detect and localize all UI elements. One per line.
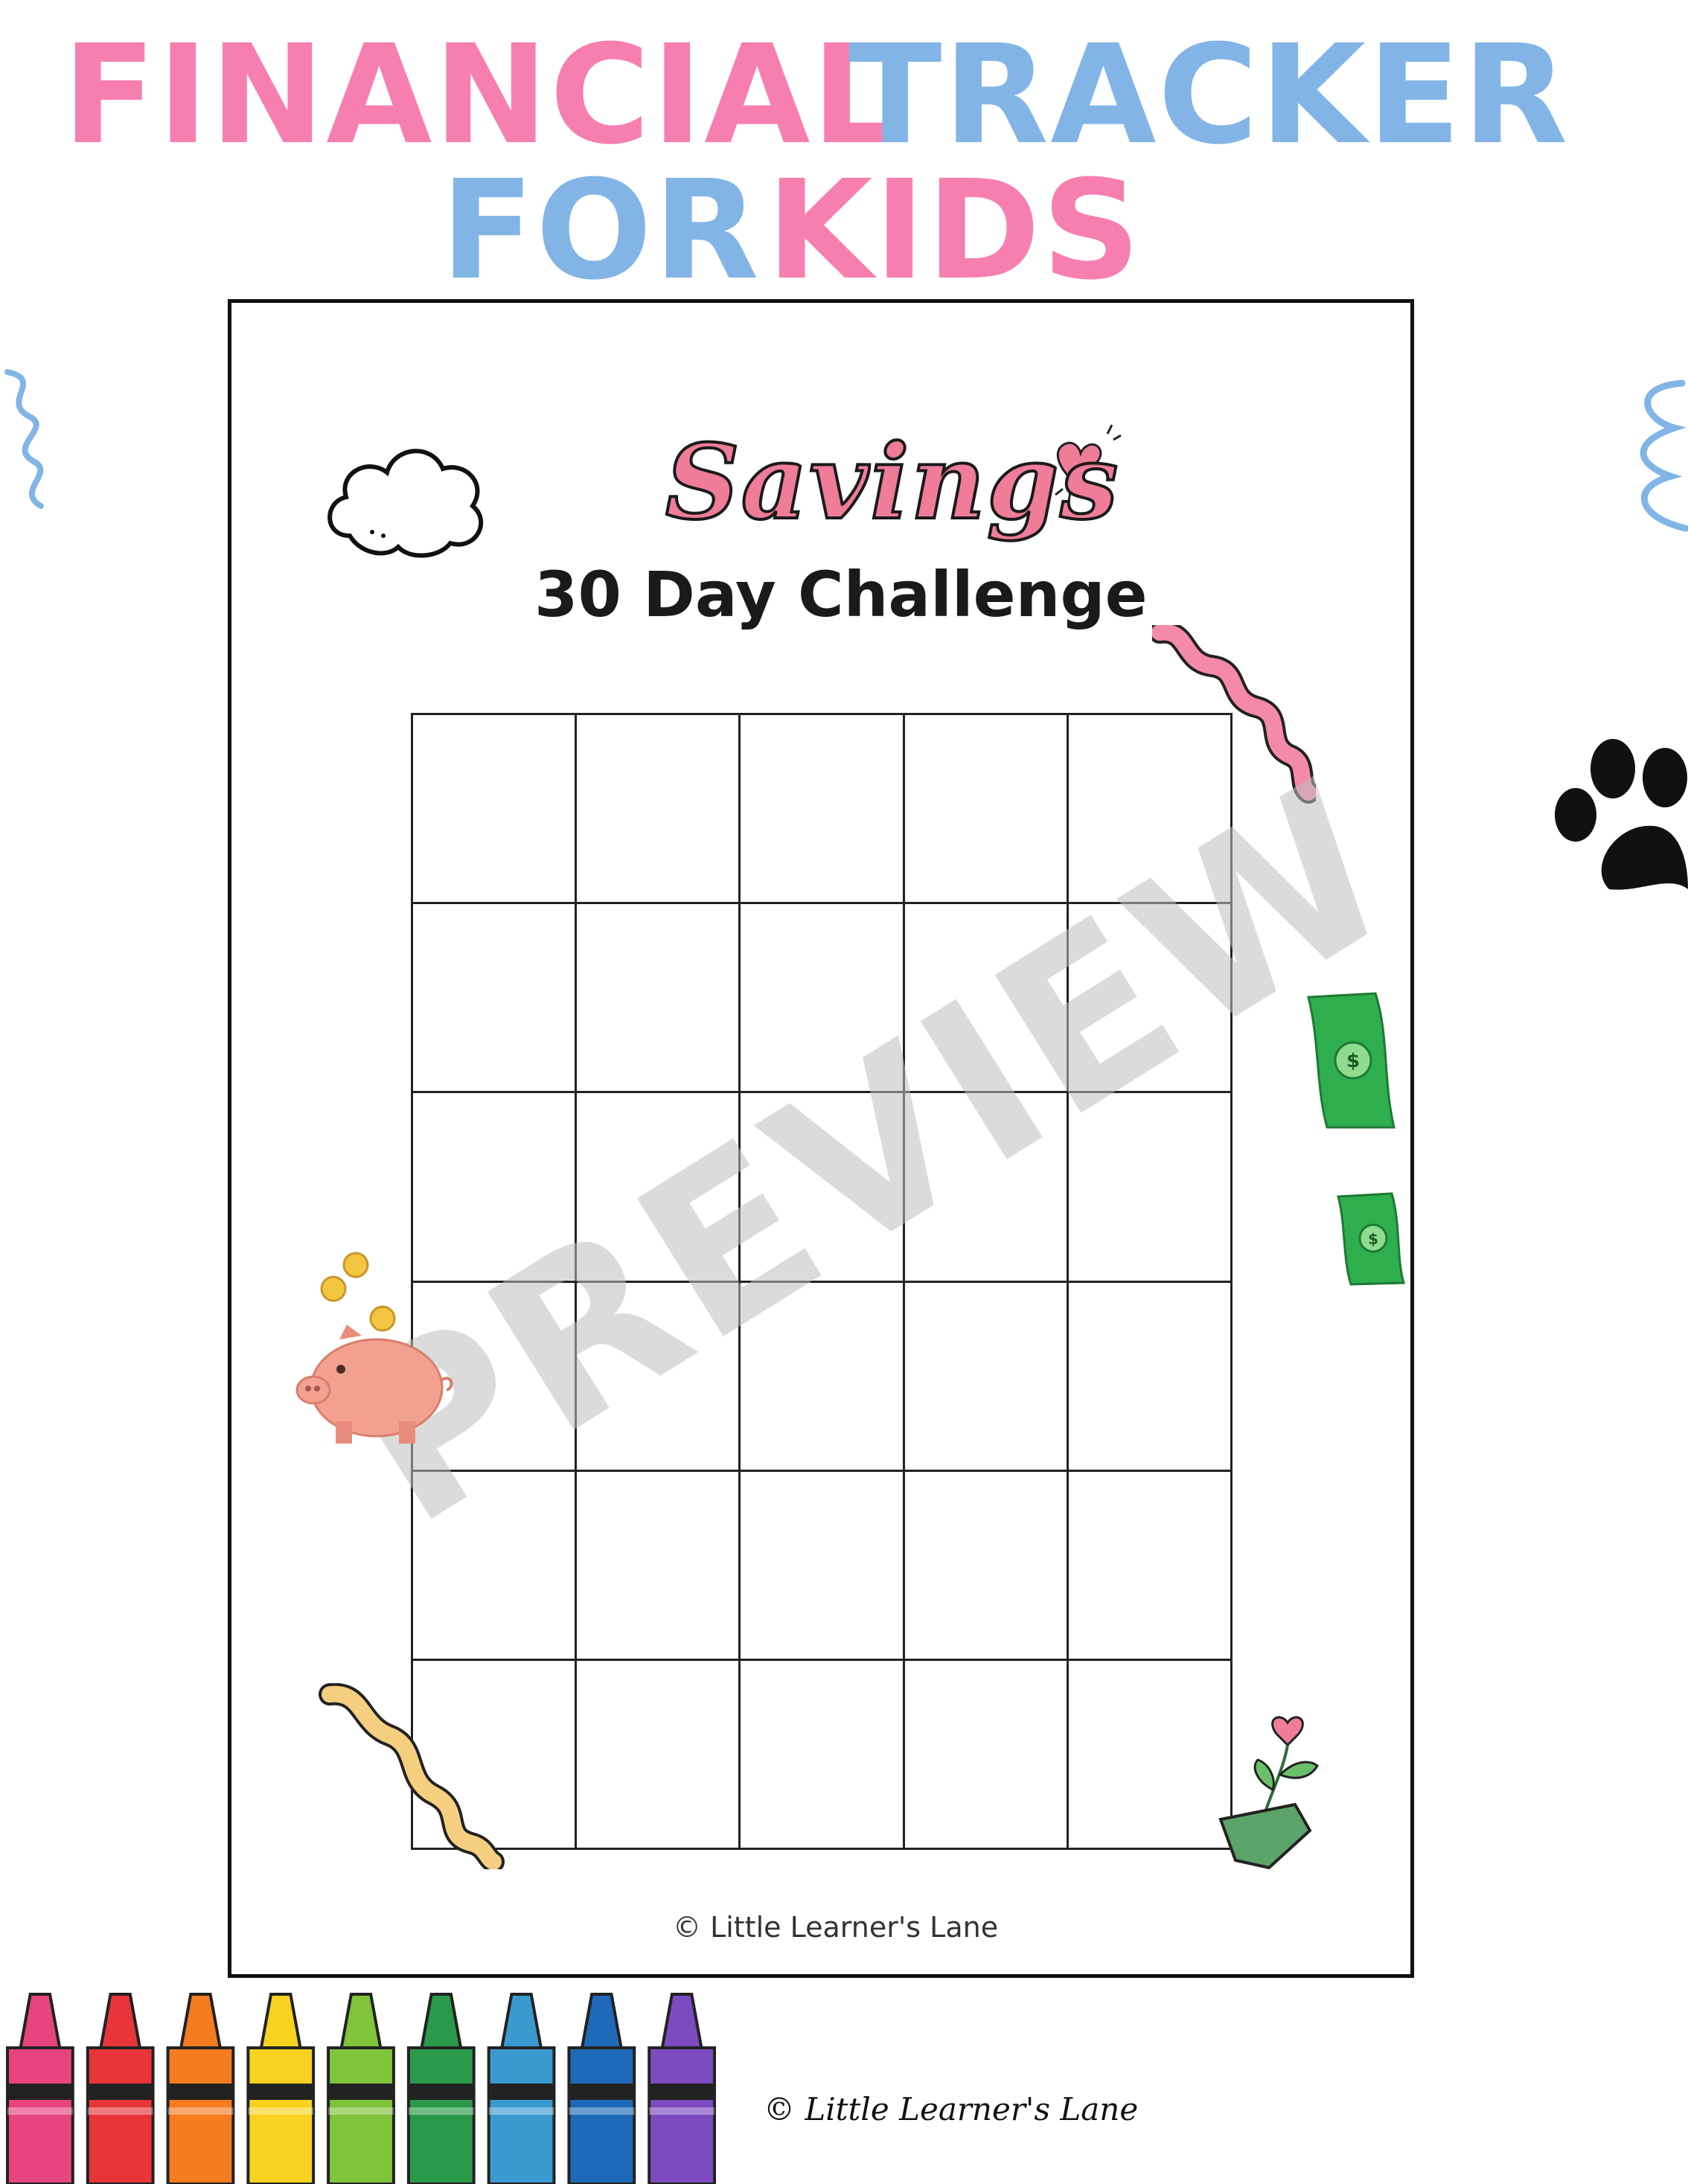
crayon-icon xyxy=(648,1993,717,2184)
crayon-icon xyxy=(406,1993,476,2184)
grid-cell xyxy=(413,715,578,905)
page-footer: © Little Learner's Lane xyxy=(764,2091,1139,2127)
crayon-icon xyxy=(567,1993,636,2184)
grid-cell xyxy=(577,1660,741,1850)
grid-cell xyxy=(741,1660,905,1850)
blue-squiggle-left xyxy=(4,369,44,509)
crayon-icon xyxy=(327,1993,395,2184)
grid-cell xyxy=(1068,1471,1233,1661)
grid-cell xyxy=(741,1471,905,1661)
grid-cell xyxy=(904,715,1069,905)
grid-cell xyxy=(904,1660,1069,1850)
grid-cell xyxy=(1068,1282,1233,1472)
title-financial: FINANCIAL xyxy=(63,16,901,175)
crayon-icon xyxy=(166,1993,235,2184)
grid-cell xyxy=(741,715,905,905)
grid-cell xyxy=(577,715,741,905)
crayon-icon xyxy=(487,1993,556,2184)
piggy-bank-icon xyxy=(295,1252,453,1444)
cloud-icon xyxy=(327,449,484,558)
crayon-icon xyxy=(246,1993,316,2184)
money-bill-icon: $ xyxy=(1337,1192,1405,1286)
worksheet-footer: © Little Learner's Lane xyxy=(673,1911,999,1944)
worksheet-title-main: 30 Day Challenge xyxy=(534,558,1148,631)
title-for: FOR xyxy=(441,151,761,310)
title-kids: KIDS xyxy=(767,151,1142,310)
worksheet-title-script: Savings xyxy=(664,420,1120,544)
crayons xyxy=(6,1993,717,2184)
svg-text:$: $ xyxy=(1368,1230,1378,1248)
blue-squiggle-right xyxy=(1640,380,1688,532)
yellow-squiggle xyxy=(319,1683,505,1869)
crayon-icon xyxy=(6,1993,74,2184)
title-tracker: TRACKER xyxy=(848,16,1570,175)
flower-pot-icon xyxy=(1218,1716,1319,1870)
crayon-icon xyxy=(86,1993,155,2184)
grid-cell xyxy=(577,1471,741,1661)
grid-cell xyxy=(413,904,578,1094)
grid-cell xyxy=(904,1282,1069,1472)
paw-print-icon xyxy=(1555,739,1688,890)
grid-cell xyxy=(577,904,741,1094)
svg-text:$: $ xyxy=(1346,1050,1360,1072)
grid-cell xyxy=(904,1471,1069,1661)
money-bill-icon: $ xyxy=(1307,992,1396,1129)
